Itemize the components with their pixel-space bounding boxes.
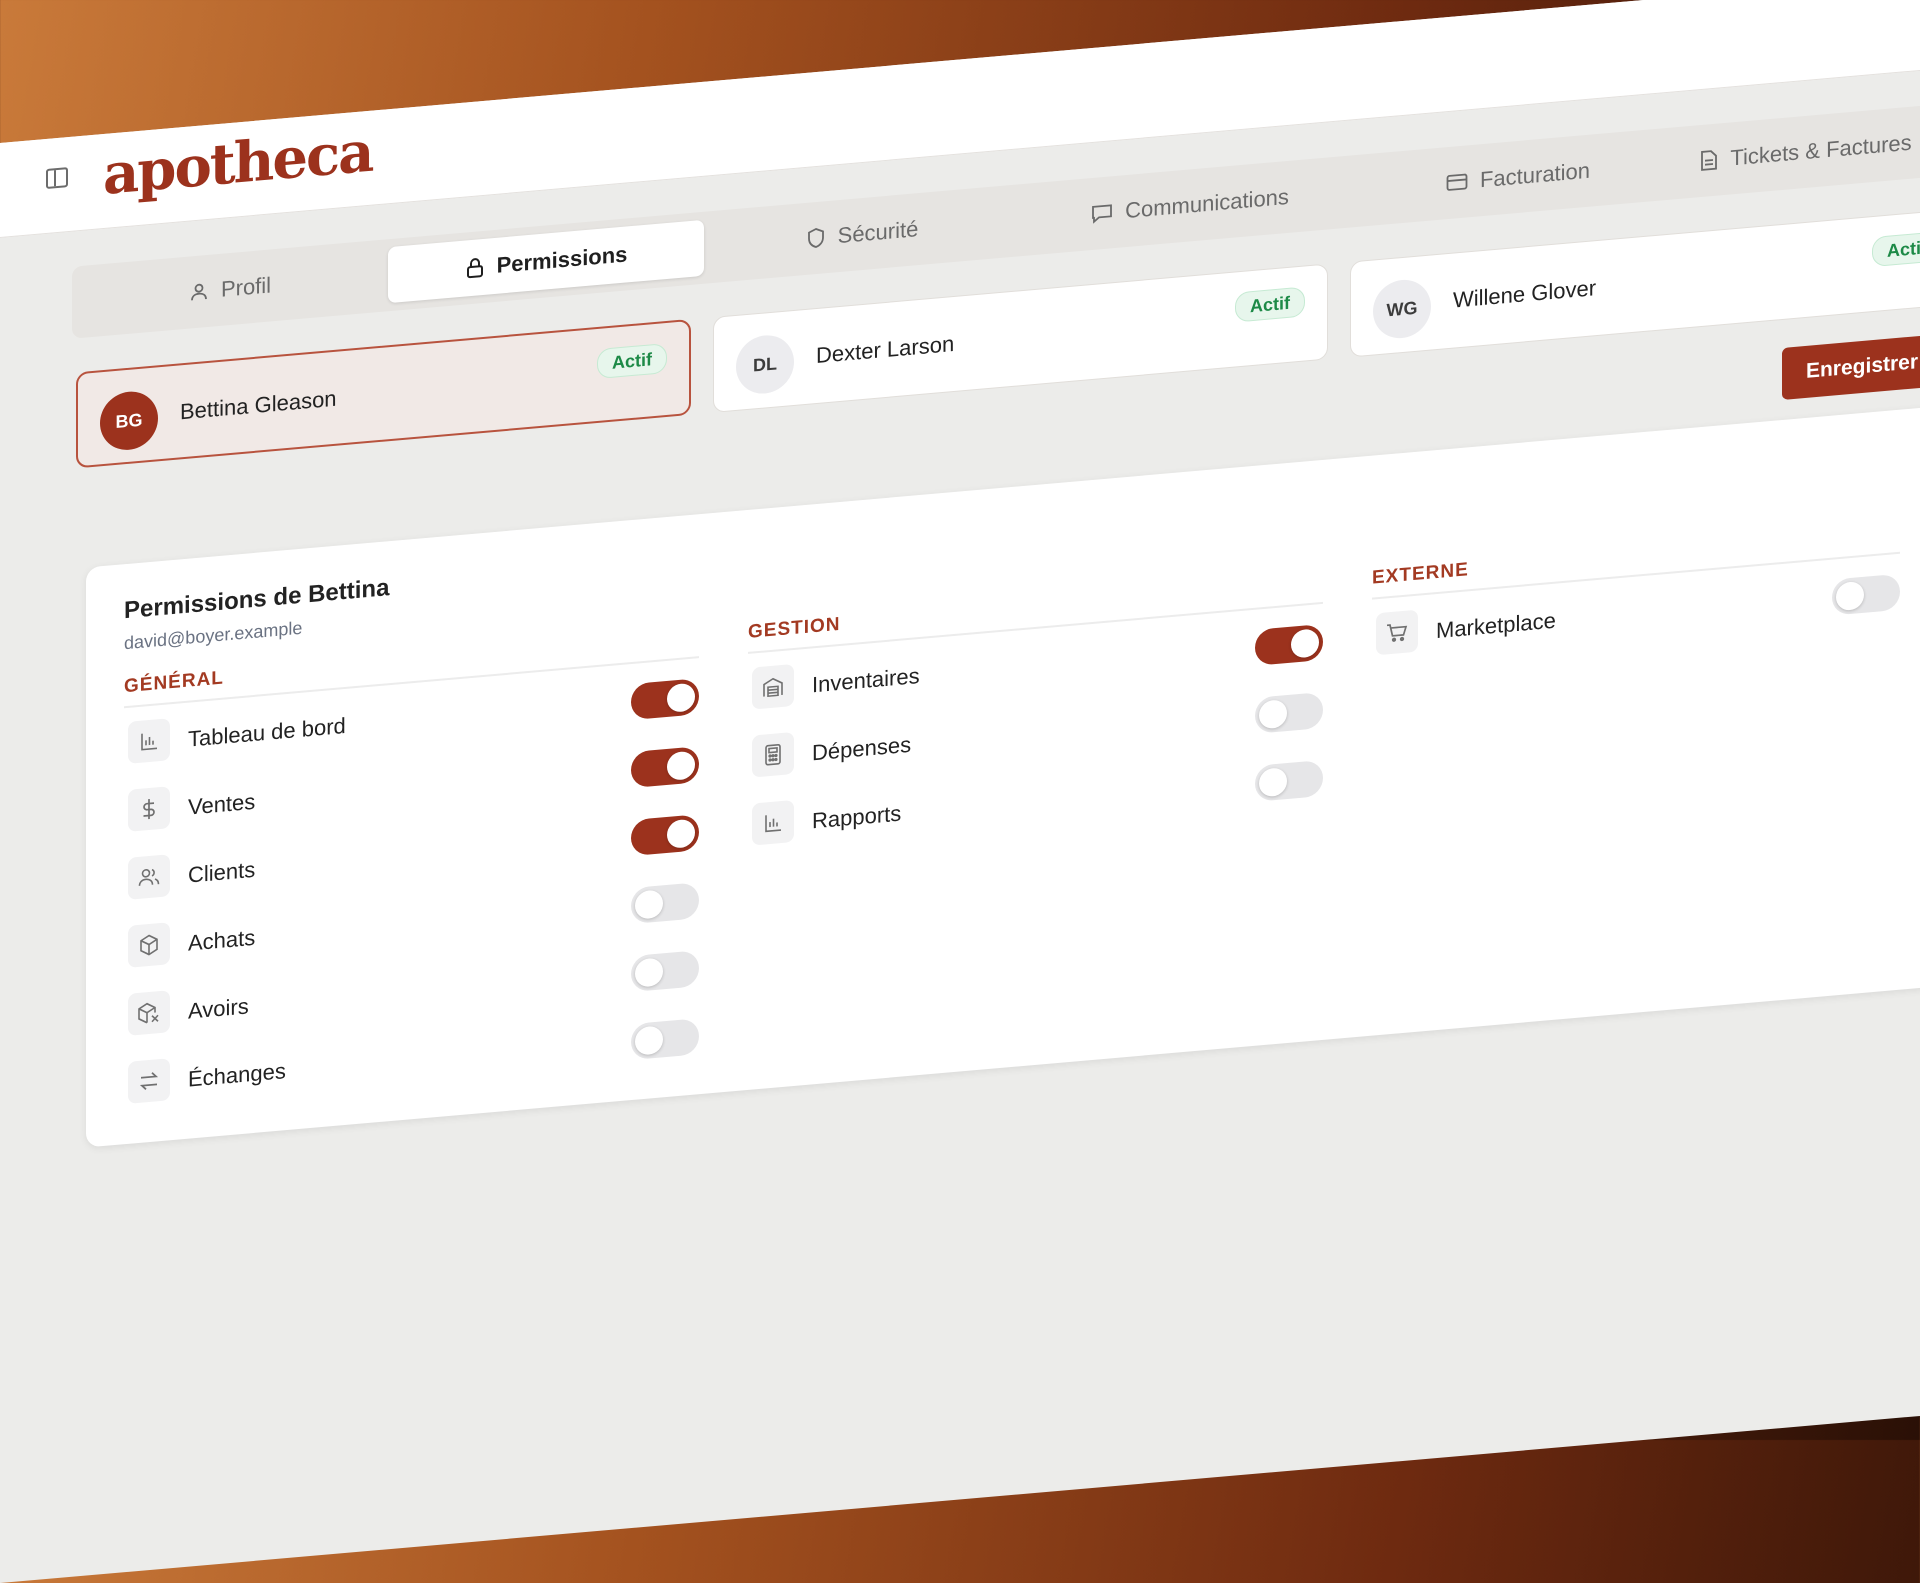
section-general: GÉNÉRAL Tableau de bord Ventes Clients A…: [124, 626, 699, 1116]
calculator-icon: [752, 731, 794, 778]
credit-card-icon: [1446, 172, 1468, 192]
toggle-knob: [667, 682, 695, 713]
user-card-bettina-gleason[interactable]: BG Bettina Gleason Actif: [76, 318, 691, 469]
tab-label: Communications: [1125, 183, 1289, 224]
tab-facturation[interactable]: Facturation: [1368, 136, 1668, 218]
avatar: WG: [1373, 277, 1431, 341]
user-name: Willene Glover: [1453, 275, 1597, 313]
message-icon: [1091, 202, 1113, 224]
permission-label: Échanges: [188, 1058, 286, 1092]
app-screen: apotheca PB Profil Permissions Sécurité: [0, 0, 1920, 1583]
toggle-tableau-de-bord[interactable]: [631, 678, 699, 721]
toggle-marketplace[interactable]: [1832, 573, 1900, 616]
toggle-achats[interactable]: [631, 882, 699, 925]
status-badge: Actif: [1872, 231, 1920, 268]
bar-chart-icon: [752, 799, 794, 846]
package-icon: [128, 922, 170, 968]
toggle-inventaires[interactable]: [1255, 623, 1323, 666]
lock-icon: [465, 256, 485, 280]
file-text-icon: [1700, 149, 1718, 173]
toggle-avoirs[interactable]: [631, 950, 699, 993]
status-badge: Actif: [597, 342, 667, 380]
toggle-knob: [1259, 699, 1287, 730]
avatar: DL: [736, 332, 794, 396]
user-email: david@boyer.example: [124, 617, 303, 654]
permission-label: Clients: [188, 856, 256, 888]
section-gestion: GESTION Inventaires Dépenses Rapports: [748, 571, 1323, 858]
section-externe: EXTERNE Marketplace: [1372, 521, 1900, 668]
users-icon: [128, 854, 170, 900]
tab-communications[interactable]: Communications: [1020, 163, 1360, 249]
toggle-knob: [635, 957, 663, 988]
tab-profil[interactable]: Profil: [80, 248, 380, 330]
shield-icon: [806, 226, 826, 250]
toggle-knob: [635, 1025, 663, 1056]
permission-label: Marketplace: [1436, 607, 1556, 644]
permission-label: Dépenses: [812, 731, 912, 766]
permission-label: Avoirs: [188, 993, 249, 1024]
tab-securite[interactable]: Sécurité: [712, 193, 1012, 275]
arrows-exchange-icon: [128, 1058, 170, 1104]
dollar-icon: [128, 786, 170, 832]
tab-label: Permissions: [496, 241, 628, 278]
tab-label: Profil: [220, 272, 272, 302]
bar-chart-icon: [128, 718, 170, 764]
toggle-knob: [667, 818, 695, 849]
tab-label: Facturation: [1479, 157, 1591, 193]
toggle-echanges[interactable]: [631, 1018, 699, 1061]
app-logo[interactable]: apotheca: [103, 119, 372, 208]
toggle-knob: [1291, 628, 1319, 659]
toggle-ventes[interactable]: [631, 746, 699, 789]
toggle-knob: [635, 889, 663, 920]
permission-label: Achats: [188, 924, 256, 956]
permission-label: Inventaires: [812, 662, 920, 698]
toggle-knob: [1836, 580, 1864, 612]
package-x-icon: [128, 990, 170, 1036]
save-button[interactable]: Enregistrer: [1782, 334, 1920, 400]
toggle-depenses[interactable]: [1255, 691, 1323, 734]
user-name: Bettina Gleason: [180, 385, 337, 425]
toggle-knob: [1259, 767, 1287, 798]
status-badge: Actif: [1235, 286, 1305, 323]
permission-label: Ventes: [188, 788, 256, 820]
toggle-knob: [667, 750, 695, 781]
user-icon: [189, 281, 209, 303]
warehouse-icon: [752, 663, 794, 710]
tab-label: Tickets & Factures: [1730, 129, 1912, 171]
tab-tickets-factures[interactable]: Tickets & Factures: [1676, 113, 1920, 192]
panel-title: Permissions de Bettina: [124, 574, 390, 625]
tab-label: Sécurité: [837, 216, 919, 249]
user-card-dexter-larson[interactable]: DL Dexter Larson Actif: [713, 263, 1328, 413]
sidebar-toggle-icon[interactable]: [46, 167, 68, 189]
toggle-clients[interactable]: [631, 814, 699, 857]
permission-label: Tableau de bord: [188, 712, 346, 752]
permission-label: Rapports: [812, 800, 902, 834]
user-card-willene-glover[interactable]: WG Willene Glover Actif: [1350, 208, 1920, 358]
cart-icon: [1376, 609, 1418, 656]
toggle-rapports[interactable]: [1255, 759, 1323, 802]
tab-permissions[interactable]: Permissions: [388, 219, 704, 304]
permissions-panel: Permissions de Bettina david@boyer.examp…: [86, 405, 1920, 1148]
user-name: Dexter Larson: [816, 330, 955, 369]
avatar: BG: [100, 389, 158, 453]
